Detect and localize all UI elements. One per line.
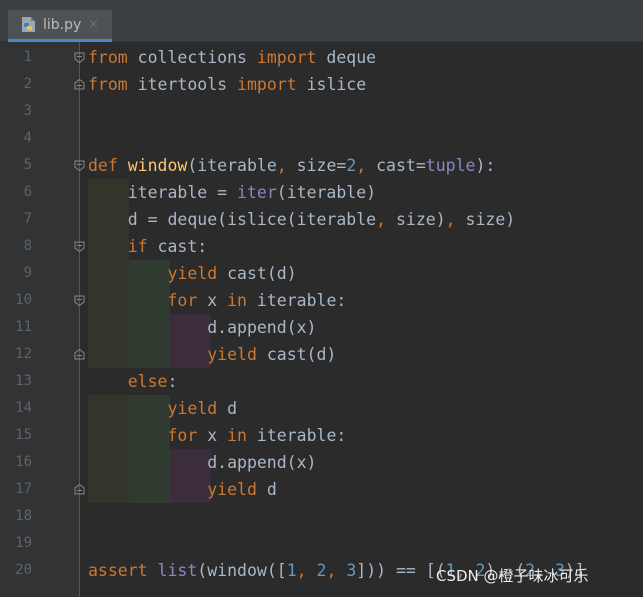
code-text: from collections import deque [88, 48, 377, 67]
line-number: 5 [23, 157, 32, 173]
line-number: 3 [23, 103, 32, 119]
fold-end-icon[interactable] [74, 349, 85, 360]
line-number: 18 [15, 508, 32, 524]
fold-start-icon[interactable] [74, 160, 85, 171]
code-text: yield d [167, 399, 238, 418]
code-line-15: 15 for x in iterable: [0, 422, 643, 449]
fold-start-icon[interactable] [74, 241, 85, 252]
fold-end-icon[interactable] [74, 484, 85, 495]
fold-start-icon[interactable] [74, 295, 85, 306]
tab-lib-py[interactable]: lib.py × [8, 10, 112, 42]
line-number: 6 [23, 184, 32, 200]
code-line-6: 6 iterable = iter(iterable) [0, 179, 643, 206]
line-number: 8 [23, 238, 32, 254]
line-number: 17 [15, 481, 32, 497]
code-text: for x in iterable: [167, 291, 347, 310]
code-line-8: 8 if cast: [0, 233, 643, 260]
line-number: 7 [23, 211, 32, 227]
code-line-18: 18 [0, 503, 643, 530]
line-number: 14 [15, 400, 32, 416]
code-text: for x in iterable: [167, 426, 347, 445]
tab-close-icon[interactable]: × [88, 17, 99, 32]
code-line-19: 19 [0, 530, 643, 557]
line-number: 9 [23, 265, 32, 281]
code-text: yield cast(d) [167, 264, 297, 283]
code-text: d = deque(islice(iterable, size), size) [88, 210, 516, 229]
line-number: 20 [15, 562, 32, 578]
code-line-5: 5 def window(iterable, size=2, cast=tuple… [0, 152, 643, 179]
python-file-icon [22, 17, 35, 32]
code-line-14: 14 yield d [0, 395, 643, 422]
code-line-3: 3 [0, 98, 643, 125]
line-number: 2 [23, 76, 32, 92]
code-text: if cast: [127, 237, 208, 256]
editor-tab-bar: lib.py × [0, 0, 643, 42]
code-text: d.append(x) [88, 453, 317, 472]
code-text: def window(iterable, size=2, cast=tuple)… [88, 156, 496, 175]
code-line-17: 17 yield d [0, 476, 643, 503]
line-number: 11 [15, 319, 32, 335]
line-number: 16 [15, 454, 32, 470]
line-number: 1 [23, 49, 32, 65]
code-line-4: 4 [0, 125, 643, 152]
code-line-9: 9 yield cast(d) [0, 260, 643, 287]
code-text: yield d [207, 480, 277, 499]
code-line-13: 13 else: [0, 368, 643, 395]
code-text: d.append(x) [88, 318, 317, 337]
code-line-7: 7 d = deque(islice(iterable, size), size… [0, 206, 643, 233]
code-text: yield cast(d) [207, 345, 337, 364]
tab-filename: lib.py [43, 16, 82, 33]
code-line-1: 1 from collections import deque [0, 44, 643, 71]
line-number: 10 [15, 292, 32, 308]
code-text: else: [127, 372, 178, 391]
code-text: from itertools import islice [88, 75, 367, 94]
fold-start-icon[interactable] [74, 52, 85, 63]
fold-end-icon[interactable] [74, 79, 85, 90]
code-line-11: 11 d.append(x) [0, 314, 643, 341]
code-text: iterable = iter(iterable) [88, 183, 377, 202]
line-number: 4 [23, 130, 32, 146]
line-number: 19 [15, 535, 32, 551]
code-line-12: 12 yield cast(d) [0, 341, 643, 368]
code-line-2: 2 from itertools import islice [0, 71, 643, 98]
code-line-10: 10 for x in iterable: [0, 287, 643, 314]
code-line-16: 16 d.append(x) [0, 449, 643, 476]
line-number: 12 [15, 346, 32, 362]
line-number: 13 [15, 373, 32, 389]
line-number: 15 [15, 427, 32, 443]
watermark-text: CSDN @橙子味冰可乐 [436, 567, 589, 585]
